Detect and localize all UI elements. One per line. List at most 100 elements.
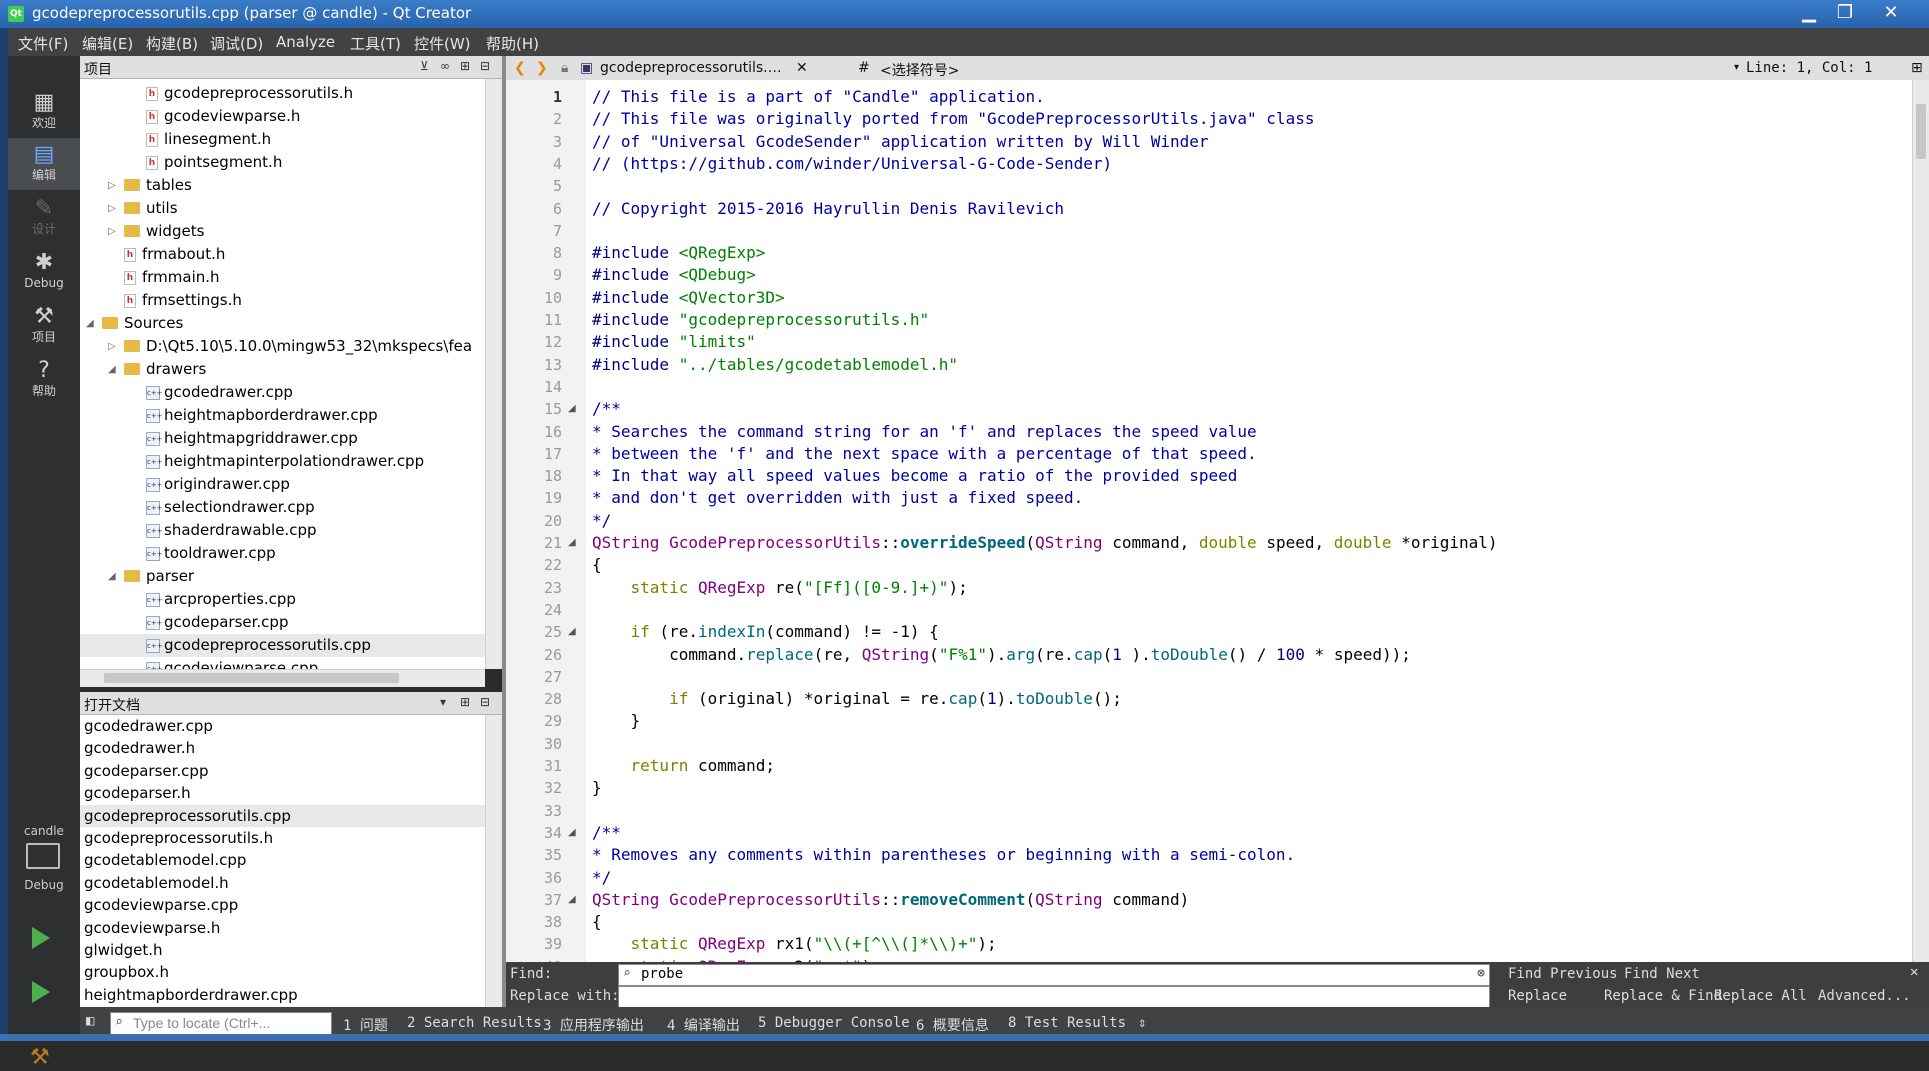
tree-item[interactable]: ▷ tables (80, 174, 485, 197)
link-icon[interactable]: ∞ (440, 59, 450, 73)
expanded-arrow-icon[interactable]: ◢ (108, 571, 116, 582)
pane-compile-output[interactable]: 4 编译输出 (667, 1015, 740, 1035)
expanded-arrow-icon[interactable]: ◢ (86, 318, 94, 329)
tree-item[interactable]: h frmmain.h (80, 266, 485, 289)
tree-item[interactable]: c++ heightmapgriddrawer.cpp (80, 427, 485, 450)
locator-input[interactable]: ⌕ Type to locate (Ctrl+... (110, 1012, 332, 1036)
tree-item[interactable]: h linesegment.h (80, 128, 485, 151)
tree-item[interactable]: h frmsettings.h (80, 289, 485, 312)
open-document-item[interactable]: groupbox.h (80, 961, 485, 983)
chevron-updown-icon[interactable]: ⇕ (1138, 1015, 1146, 1031)
close-find-icon[interactable]: ✕ (1910, 964, 1918, 980)
open-document-item[interactable]: gcodedrawer.cpp (80, 715, 485, 737)
open-document-item[interactable]: gcodepreprocessorutils.h (80, 827, 485, 849)
tree-item[interactable]: c++ arcproperties.cpp (80, 588, 485, 611)
open-docs-scrollbar[interactable] (485, 715, 503, 1015)
tree-item[interactable]: c++ heightmapborderdrawer.cpp (80, 404, 485, 427)
find-input[interactable]: ⌕ probe ⊗ (618, 964, 1490, 986)
chevron-down-icon[interactable]: ▾ (1734, 62, 1739, 73)
advanced-button[interactable]: Advanced... (1818, 988, 1911, 1004)
open-document-item[interactable]: glwidget.h (80, 939, 485, 961)
debug-run-button[interactable] (32, 981, 50, 1003)
document-selector[interactable]: gcodepreprocessorutils.… (600, 60, 782, 76)
fold-marker-icon[interactable]: ◢ (568, 532, 576, 554)
open-document-item[interactable]: gcodetablemodel.cpp (80, 849, 485, 871)
hammer-icon[interactable]: ⚒ (30, 1045, 56, 1071)
tree-item[interactable]: c++ selectiondrawer.cpp (80, 496, 485, 519)
mode-help[interactable]: ? 帮助 (8, 354, 80, 406)
mode-projects[interactable]: ⚒ 项目 (8, 300, 80, 352)
tree-item[interactable]: c++ gcodeviewparse.cpp (80, 657, 485, 669)
find-next-button[interactable]: Find Next (1624, 966, 1700, 982)
tree-item[interactable]: ◢ Sources (80, 312, 485, 335)
open-document-item[interactable]: gcodeparser.h (80, 782, 485, 804)
scroll-thumb[interactable] (1916, 104, 1926, 159)
pane-test-results[interactable]: 8 Test Results (1008, 1015, 1126, 1031)
tree-item[interactable]: c++ origindrawer.cpp (80, 473, 485, 496)
open-document-item[interactable]: gcodepreprocessorutils.cpp (80, 804, 485, 827)
menu-file[interactable]: 文件(F) (18, 33, 68, 54)
menu-analyze[interactable]: Analyze (276, 33, 335, 51)
replace-input[interactable] (618, 986, 1490, 1008)
cursor-position[interactable]: Line: 1, Col: 1 (1746, 60, 1872, 76)
open-document-item[interactable]: heightmapborderdrawer.cpp (80, 984, 485, 1006)
editor-scrollbar[interactable] (1912, 80, 1929, 962)
open-document-item[interactable]: gcodeparser.cpp (80, 760, 485, 782)
filter-icon[interactable]: ⊻ (420, 59, 429, 73)
clear-icon[interactable]: ⊗ (1477, 966, 1485, 981)
collapsed-arrow-icon[interactable]: ▷ (108, 180, 116, 191)
symbol-selector[interactable]: <选择符号> (880, 60, 959, 80)
tree-item[interactable]: c++ shaderdrawable.cpp (80, 519, 485, 542)
menu-widgets[interactable]: 控件(W) (414, 33, 471, 54)
close-button[interactable]: ✕ (1876, 2, 1906, 24)
sidebar-toggle-icon[interactable]: ◧ (86, 1013, 94, 1029)
back-icon[interactable]: ❮ (514, 60, 526, 76)
replace-find-button[interactable]: Replace & Find (1604, 988, 1722, 1004)
fold-marker-icon[interactable]: ◢ (568, 889, 576, 911)
fold-marker-icon[interactable]: ◢ (568, 621, 576, 643)
maximize-button[interactable]: ❐ (1830, 2, 1860, 24)
tree-item[interactable]: ◢ parser (80, 565, 485, 588)
tree-item[interactable]: ▷ widgets (80, 220, 485, 243)
pane-general-messages[interactable]: 6 概要信息 (916, 1015, 989, 1035)
chevron-down-icon[interactable]: ▾ (440, 695, 446, 709)
collapsed-arrow-icon[interactable]: ▷ (108, 226, 116, 237)
replace-all-button[interactable]: Replace All (1714, 988, 1807, 1004)
scroll-thumb[interactable] (104, 673, 399, 683)
tree-item[interactable]: ▷ D:\Qt5.10\5.10.0\mingw53_32\mkspecs\fea (80, 335, 485, 358)
tree-item[interactable]: ▷ utils (80, 197, 485, 220)
menu-edit[interactable]: 编辑(E) (82, 33, 133, 54)
fold-marker-icon[interactable]: ◢ (568, 398, 576, 420)
replace-button[interactable]: Replace (1508, 988, 1567, 1004)
close-panel-icon[interactable]: ⊟ (480, 695, 490, 709)
pane-debugger-console[interactable]: 5 Debugger Console (758, 1015, 910, 1031)
monitor-icon[interactable] (26, 843, 60, 869)
collapsed-arrow-icon[interactable]: ▷ (108, 203, 116, 214)
tree-item[interactable]: c++ gcodedrawer.cpp (80, 381, 485, 404)
open-document-item[interactable]: gcodedrawer.h (80, 737, 485, 759)
menu-help[interactable]: 帮助(H) (486, 33, 539, 54)
tree-item[interactable]: h gcodeviewparse.h (80, 105, 485, 128)
split-icon[interactable]: ⊞ (1911, 60, 1923, 76)
pane-application-output[interactable]: 3 应用程序输出 (543, 1015, 644, 1035)
run-button[interactable] (32, 927, 50, 949)
close-panel-icon[interactable]: ⊟ (480, 59, 490, 73)
open-document-item[interactable]: gcodeviewparse.h (80, 917, 485, 939)
find-previous-button[interactable]: Find Previous (1508, 966, 1618, 982)
pane-issues[interactable]: 1 问题 (343, 1015, 388, 1035)
close-document-icon[interactable]: ✕ (796, 60, 808, 76)
fold-marker-icon[interactable]: ◢ (568, 822, 576, 844)
tree-item[interactable]: h gcodepreprocessorutils.h (80, 82, 485, 105)
split-icon[interactable]: ⊞ (460, 695, 470, 709)
minimize-button[interactable]: ▁ (1794, 2, 1824, 24)
mode-edit[interactable]: ▤ 编辑 (8, 138, 80, 190)
expanded-arrow-icon[interactable]: ◢ (108, 364, 116, 375)
open-document-item[interactable]: gcodetablemodel.h (80, 872, 485, 894)
tree-item[interactable]: ◢ drawers (80, 358, 485, 381)
forward-icon[interactable]: ❯ (536, 60, 548, 76)
tree-item[interactable]: h pointsegment.h (80, 151, 485, 174)
project-tree-hscrollbar[interactable] (80, 669, 485, 687)
tree-item[interactable]: c++ heightmapinterpolationdrawer.cpp (80, 450, 485, 473)
menu-tools[interactable]: 工具(T) (350, 33, 401, 54)
project-tree-scrollbar[interactable] (485, 79, 503, 669)
